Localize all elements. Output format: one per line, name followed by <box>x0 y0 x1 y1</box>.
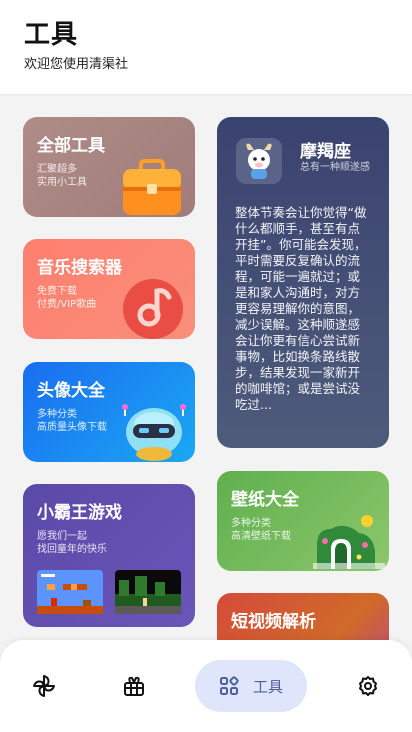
nav-item-gifts[interactable] <box>110 660 158 712</box>
card-title: 壁纸大全 <box>231 490 299 510</box>
gear-icon <box>359 676 377 696</box>
landscape-arch-icon <box>313 515 385 569</box>
game-screenshot-mario <box>37 570 103 614</box>
toolbox-icon <box>123 159 181 215</box>
app-header: 工具 欢迎您使用清渠社 <box>0 0 412 94</box>
capricorn-icon <box>246 143 272 179</box>
card-wallpapers[interactable]: 壁纸大全 多种分类 高清壁纸下载 <box>217 471 389 571</box>
tools-grid-icon <box>219 676 239 695</box>
nav-item-discover[interactable] <box>20 660 68 712</box>
card-title: 短视频解析 <box>231 612 316 632</box>
card-title: 头像大全 <box>37 381 105 401</box>
card-title: 小霸王游戏 <box>37 503 122 523</box>
horoscope-title: 摩羯座 <box>300 142 351 162</box>
card-title: 全部工具 <box>37 136 105 156</box>
music-note-icon <box>123 279 183 339</box>
card-desc: 汇聚超多 实用小工具 <box>37 164 87 188</box>
nav-item-tools[interactable]: 工具 <box>195 660 307 712</box>
card-horoscope[interactable]: 摩羯座 总有一种顺遂感 整体节奏会让你觉得“做什么都顺手，甚至有点开挂”。你可能… <box>217 117 389 448</box>
pinwheel-icon <box>33 675 55 697</box>
gift-icon <box>124 676 144 696</box>
card-all-tools[interactable]: 全部工具 汇聚超多 实用小工具 <box>23 117 195 217</box>
nav-label-tools: 工具 <box>252 677 283 696</box>
horoscope-body: 整体节奏会让你觉得“做什么都顺手，甚至有点开挂”。你可能会发现，平时需要反复确认… <box>235 205 367 412</box>
card-desc: 免费下载 付费/VIP歌曲 <box>37 286 97 310</box>
card-desc: 愿我们一起 找回童年的快乐 <box>37 531 107 555</box>
nav-item-settings[interactable] <box>344 660 392 712</box>
card-retro-games[interactable]: 小霸王游戏 愿我们一起 找回童年的快乐 <box>23 484 195 627</box>
card-desc: 多种分类 高清壁纸下载 <box>231 518 291 542</box>
card-desc: 多种分类 高质量头像下载 <box>37 409 107 433</box>
robot-icon <box>122 404 186 461</box>
card-avatars[interactable]: 头像大全 多种分类 高质量头像下载 <box>23 362 195 462</box>
page-subtitle: 欢迎您使用清渠社 <box>24 57 129 72</box>
page-title: 工具 <box>24 20 79 50</box>
capricorn-avatar <box>236 138 282 184</box>
card-music-search[interactable]: 音乐搜索器 免费下载 付费/VIP歌曲 <box>23 239 195 339</box>
bottom-nav: 工具 <box>0 640 412 732</box>
horoscope-subtitle: 总有一种顺遂感 <box>300 162 370 173</box>
card-title: 音乐搜索器 <box>37 258 122 278</box>
game-screenshot-contra <box>115 570 181 614</box>
